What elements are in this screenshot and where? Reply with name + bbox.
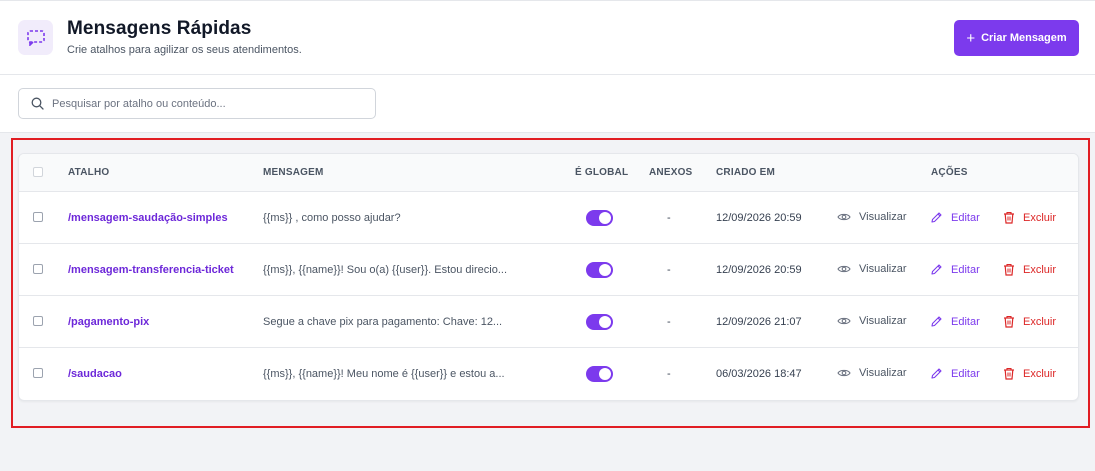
messages-table: ATALHO MENSAGEM É GLOBAL ANEXOS CRIADO E… — [18, 153, 1079, 401]
search-icon — [31, 97, 44, 110]
trash-icon — [1003, 263, 1015, 276]
trash-icon — [1003, 315, 1015, 328]
create-message-button[interactable]: + Criar Mensagem — [954, 20, 1079, 56]
row-checkbox[interactable] — [33, 264, 43, 274]
attachments-cell: - — [667, 212, 671, 224]
page-subtitle: Crie atalhos para agilizar os seus atend… — [67, 44, 302, 56]
edit-label: Editar — [951, 315, 980, 328]
delete-button[interactable]: Excluir — [1003, 263, 1056, 276]
message-cell: Segue a chave pix para pagamento: Chave:… — [263, 316, 503, 328]
message-cell: {{ms}}, {{name}}! Sou o(a) {{user}}. Est… — [263, 264, 508, 276]
view-label: Visualizar — [859, 263, 907, 275]
edit-button[interactable]: Editar — [930, 263, 980, 276]
table-row: /mensagem-transferencia-ticket {{ms}}, {… — [19, 244, 1078, 296]
search-toolbar — [0, 75, 1095, 133]
shortcut-cell[interactable]: /mensagem-transferencia-ticket — [68, 264, 234, 276]
eye-icon — [837, 212, 851, 222]
select-all-checkbox[interactable] — [33, 167, 43, 177]
column-header-actions: AÇÕES — [931, 167, 968, 178]
quick-message-icon — [18, 20, 53, 55]
created-cell: 12/09/2026 20:59 — [716, 264, 802, 276]
shortcut-cell[interactable]: /saudacao — [68, 368, 122, 380]
global-toggle[interactable] — [586, 210, 613, 226]
view-button[interactable]: Visualizar — [837, 211, 907, 223]
pencil-icon — [930, 367, 943, 380]
trash-icon — [1003, 367, 1015, 380]
created-cell: 12/09/2026 20:59 — [716, 212, 802, 224]
search-box[interactable] — [18, 88, 376, 119]
edit-label: Editar — [951, 367, 980, 380]
trash-icon — [1003, 211, 1015, 224]
global-toggle[interactable] — [586, 262, 613, 278]
message-cell: {{ms}} , como posso ajudar? — [263, 212, 401, 224]
delete-label: Excluir — [1023, 263, 1057, 276]
row-checkbox[interactable] — [33, 316, 43, 326]
page-title: Mensagens Rápidas — [67, 18, 252, 39]
attachments-cell: - — [667, 368, 671, 380]
edit-button[interactable]: Editar — [930, 315, 980, 328]
table-row: /saudacao {{ms}}, {{name}}! Meu nome é {… — [19, 348, 1078, 400]
view-label: Visualizar — [859, 315, 907, 327]
edit-label: Editar — [951, 263, 980, 276]
column-header-attachments: ANEXOS — [649, 167, 693, 178]
column-header-shortcut: ATALHO — [68, 167, 110, 178]
edit-button[interactable]: Editar — [930, 211, 980, 224]
delete-button[interactable]: Excluir — [1003, 367, 1056, 380]
create-message-label: Criar Mensagem — [981, 32, 1067, 44]
pencil-icon — [930, 263, 943, 276]
delete-label: Excluir — [1023, 367, 1057, 380]
table-header: ATALHO MENSAGEM É GLOBAL ANEXOS CRIADO E… — [19, 154, 1078, 192]
view-label: Visualizar — [859, 211, 907, 223]
global-toggle[interactable] — [586, 366, 613, 382]
row-checkbox[interactable] — [33, 368, 43, 378]
column-header-created: CRIADO EM — [716, 167, 776, 178]
plus-icon: + — [966, 29, 976, 47]
view-button[interactable]: Visualizar — [837, 263, 907, 275]
eye-icon — [837, 264, 851, 274]
created-cell: 12/09/2026 21:07 — [716, 316, 802, 328]
message-cell: {{ms}}, {{name}}! Meu nome é {{user}} e … — [263, 368, 505, 380]
delete-label: Excluir — [1023, 315, 1057, 328]
delete-button[interactable]: Excluir — [1003, 211, 1056, 224]
shortcut-cell[interactable]: /mensagem-saudação-simples — [68, 212, 228, 224]
view-button[interactable]: Visualizar — [837, 315, 907, 327]
pencil-icon — [930, 211, 943, 224]
delete-button[interactable]: Excluir — [1003, 315, 1056, 328]
eye-icon — [837, 368, 851, 378]
eye-icon — [837, 316, 851, 326]
edit-button[interactable]: Editar — [930, 367, 980, 380]
attachments-cell: - — [667, 316, 671, 328]
page-header: Mensagens Rápidas Crie atalhos para agil… — [0, 0, 1095, 75]
delete-label: Excluir — [1023, 211, 1057, 224]
search-input[interactable] — [52, 97, 352, 110]
shortcut-cell[interactable]: /pagamento-pix — [68, 316, 149, 328]
table-row: /mensagem-saudação-simples {{ms}} , como… — [19, 192, 1078, 244]
pencil-icon — [930, 315, 943, 328]
edit-label: Editar — [951, 211, 980, 224]
column-header-message: MENSAGEM — [263, 167, 324, 178]
column-header-global: É GLOBAL — [575, 167, 629, 178]
attachments-cell: - — [667, 264, 671, 276]
view-label: Visualizar — [859, 367, 907, 379]
created-cell: 06/03/2026 18:47 — [716, 368, 802, 380]
view-button[interactable]: Visualizar — [837, 367, 907, 379]
global-toggle[interactable] — [586, 314, 613, 330]
row-checkbox[interactable] — [33, 212, 43, 222]
table-row: /pagamento-pix Segue a chave pix para pa… — [19, 296, 1078, 348]
